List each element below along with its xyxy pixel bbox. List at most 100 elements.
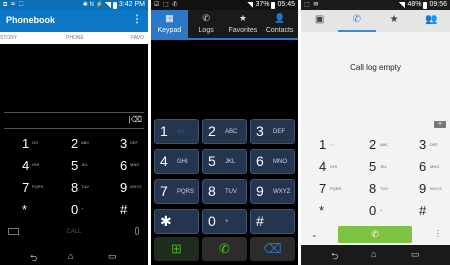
dial-key[interactable]: 9 WXYZ bbox=[401, 180, 450, 199]
status-bar: ⬚ ✉ 48% 09:56 bbox=[301, 0, 450, 10]
key-letters: GHI bbox=[330, 164, 338, 169]
dial-key[interactable]: 0 + bbox=[202, 209, 247, 234]
key-digit: 3 bbox=[419, 137, 427, 152]
dial-key[interactable]: 0 + bbox=[49, 200, 98, 221]
home-icon[interactable]: ⌂ bbox=[68, 251, 73, 261]
tab-groups[interactable]: 👥 bbox=[413, 10, 450, 32]
dial-key[interactable]: 2 ABC bbox=[351, 136, 400, 155]
tab-favorites[interactable]: ★ Favorites bbox=[225, 10, 262, 38]
key-letters: MNO bbox=[130, 162, 140, 167]
tab-favorites[interactable]: FAVO bbox=[131, 35, 144, 41]
call-button[interactable]: ✆ bbox=[202, 237, 247, 261]
dial-key[interactable]: 2 ABC bbox=[202, 119, 247, 144]
chevron-down-icon[interactable]: ⌄ bbox=[311, 230, 318, 239]
dial-key[interactable]: 4 GHI bbox=[0, 156, 49, 177]
key-digit: # bbox=[120, 202, 128, 217]
dial-key[interactable]: 7 PQRS bbox=[301, 180, 350, 199]
dial-key[interactable]: * bbox=[0, 200, 49, 221]
back-icon[interactable]: ⮌ bbox=[331, 249, 338, 265]
dial-key[interactable]: 7 PQRS bbox=[0, 178, 49, 199]
number-display[interactable] bbox=[151, 40, 298, 117]
key-digit: 9 bbox=[256, 183, 264, 199]
navigation-bar: ⮌ ⌂ ▭ bbox=[301, 245, 450, 265]
dial-key[interactable]: 6 MNO bbox=[98, 156, 147, 177]
dial-key[interactable]: 1 GO bbox=[0, 134, 49, 155]
key-letters: GHI bbox=[177, 159, 188, 165]
overflow-menu-icon[interactable]: ⋮ bbox=[434, 229, 442, 238]
recents-icon[interactable]: ▭ bbox=[411, 249, 420, 260]
tab-contacts[interactable]: ▣ bbox=[301, 10, 338, 32]
call-button[interactable]: ✆ bbox=[338, 226, 412, 243]
dial-key[interactable]: 1 ◌◌ bbox=[301, 136, 350, 155]
key-letters: WXYZ bbox=[130, 184, 142, 189]
dial-key[interactable]: 8 TUV bbox=[49, 178, 98, 199]
dial-key[interactable]: # bbox=[98, 200, 147, 221]
battery-icon bbox=[423, 1, 428, 9]
dial-key[interactable]: * bbox=[301, 202, 350, 221]
delete-button[interactable]: ⌫ bbox=[250, 237, 295, 261]
divider bbox=[4, 128, 144, 129]
dial-key[interactable]: 0 + bbox=[351, 202, 400, 221]
mic-icon[interactable] bbox=[135, 227, 139, 235]
status-icons: ✱ N ⚡ bbox=[82, 2, 103, 8]
dial-key[interactable]: 9 WXYZ bbox=[250, 179, 295, 204]
dial-key[interactable]: 6 MNO bbox=[401, 158, 450, 177]
dial-key[interactable]: 3 DEF bbox=[250, 119, 295, 144]
call-bar: CALL bbox=[0, 225, 148, 241]
tab-logs[interactable]: ✆ Logs bbox=[188, 10, 225, 38]
dial-key[interactable]: # bbox=[250, 209, 295, 234]
key-digit: 6 bbox=[120, 158, 128, 173]
key-digit: 9 bbox=[120, 180, 128, 195]
dial-key[interactable]: 3 DEF bbox=[98, 134, 147, 155]
dial-key[interactable]: 6 MNO bbox=[250, 149, 295, 174]
backspace-icon[interactable]: ✕ bbox=[434, 121, 446, 128]
person-icon: 👤 bbox=[274, 13, 286, 23]
tab-label: Contacts bbox=[265, 27, 294, 34]
dial-key[interactable]: ✱ bbox=[154, 209, 199, 234]
key-digit: # bbox=[419, 203, 427, 218]
tab-favorites[interactable]: ★ bbox=[376, 10, 413, 32]
signal-icon bbox=[247, 2, 254, 8]
dial-key[interactable]: 2 ABC bbox=[49, 134, 98, 155]
key-letters: PQRS bbox=[177, 189, 195, 195]
add-contact-button[interactable]: ⊞ bbox=[154, 237, 199, 261]
tab-contacts[interactable]: 👤 Contacts bbox=[261, 10, 298, 38]
key-digit: * bbox=[319, 203, 325, 218]
status-bar: ⧉ ✉ ⬚ ✱ N ⚡ 3:42 PM bbox=[0, 0, 148, 10]
dial-key[interactable]: # bbox=[401, 202, 450, 221]
backspace-icon[interactable]: |⌫ bbox=[129, 115, 142, 124]
dial-key[interactable]: 7 PQRS bbox=[154, 179, 199, 204]
key-digit: * bbox=[22, 202, 28, 217]
dial-key[interactable]: 9 WXYZ bbox=[98, 178, 147, 199]
dial-key[interactable]: 3 DEF bbox=[401, 136, 450, 155]
dial-key[interactable]: 5 JKL bbox=[202, 149, 247, 174]
tab-label: Favorites bbox=[228, 27, 258, 34]
dial-key[interactable]: 4 GHI bbox=[301, 158, 350, 177]
key-digit: 4 bbox=[22, 158, 30, 173]
overflow-menu-icon[interactable]: ⋮ bbox=[132, 14, 142, 25]
dial-key[interactable]: 5 JKL bbox=[351, 158, 400, 177]
tab-keypad[interactable]: ▦ Keypad bbox=[151, 10, 188, 38]
home-icon[interactable]: ⌂ bbox=[371, 249, 376, 259]
notification-icons: ☑ ⬚ ✆ bbox=[154, 2, 179, 8]
key-letters: TUV bbox=[81, 184, 89, 189]
tab-phone[interactable]: ✆ bbox=[338, 10, 376, 32]
star-icon: ★ bbox=[238, 13, 247, 23]
dial-key[interactable]: 4 GHI bbox=[154, 149, 199, 174]
call-button[interactable]: CALL bbox=[0, 229, 148, 235]
recents-icon[interactable]: ▭ bbox=[108, 251, 117, 262]
sony-dialer-screen: ⬚ ✉ 48% 09:56 ▣ ✆ ★ 👥 Call log empty ✕ 1… bbox=[301, 0, 450, 265]
key-digit: 2 bbox=[208, 123, 216, 139]
tab-phone[interactable]: PHONE bbox=[66, 35, 84, 41]
add-contact-icon: ⊞ bbox=[171, 241, 182, 256]
back-icon[interactable]: ⮌ bbox=[30, 251, 37, 265]
dial-key[interactable]: 5 JKL bbox=[49, 156, 98, 177]
notification-icons: ⬚ ✉ bbox=[304, 2, 320, 8]
notification-icons: ⧉ ✉ ⬚ bbox=[3, 2, 25, 8]
dial-key[interactable]: 8 TUV bbox=[202, 179, 247, 204]
key-letters: PQRS bbox=[330, 186, 342, 191]
tab-history[interactable]: STORY bbox=[0, 35, 17, 41]
battery-percent: 37% bbox=[255, 1, 270, 8]
dial-key[interactable]: 1 ◌◌ bbox=[154, 119, 199, 144]
dial-key[interactable]: 8 TUV bbox=[351, 180, 400, 199]
